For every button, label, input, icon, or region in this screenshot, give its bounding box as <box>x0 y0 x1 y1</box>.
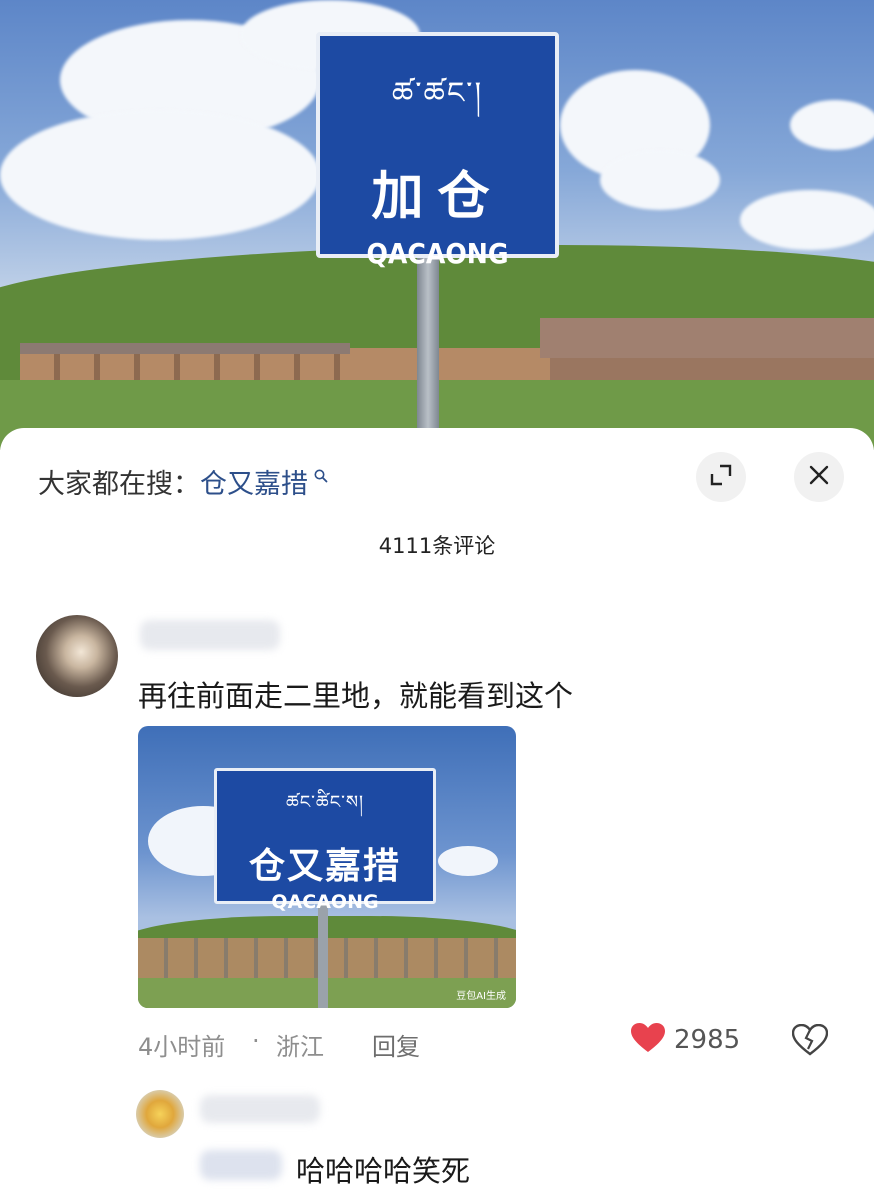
comment-location: 浙江 <box>276 1033 324 1061</box>
comment-count: 4111条评论 <box>378 534 496 558</box>
username-blurred[interactable] <box>140 620 280 650</box>
sign-pinyin-text: QACAONG <box>366 237 509 270</box>
close-button[interactable] <box>794 452 844 502</box>
cloud <box>790 100 874 150</box>
hot-search-keyword[interactable]: 仓又嘉措 <box>200 469 308 500</box>
sign-tibetan-text: ཚང་ཚིང་ས། <box>285 792 365 813</box>
hot-search-bar[interactable]: 大家都在搜：仓又嘉措 <box>38 462 328 501</box>
road-sign: ཚ་ཚང་། 加仓 QACAONG <box>316 32 559 270</box>
dislike-button[interactable] <box>791 1023 829 1060</box>
sign-chinese-text: 加仓 <box>371 167 504 227</box>
hot-search-label: 大家都在搜： <box>38 469 200 500</box>
like-count: 2985 <box>674 1025 741 1055</box>
expand-icon <box>708 462 734 492</box>
reply-text: 哈哈哈哈笑死 <box>296 1154 471 1188</box>
search-icon[interactable] <box>308 467 328 488</box>
avatar[interactable] <box>36 615 118 697</box>
post-photo: ཚ་ཚང་། 加仓 QACAONG <box>0 0 874 450</box>
sign-chinese-text: 仓又嘉措 <box>248 846 401 887</box>
cloud <box>0 110 320 240</box>
sign-pole <box>417 255 439 450</box>
sign-pole <box>318 904 328 1008</box>
close-icon <box>808 464 830 490</box>
expand-button[interactable] <box>696 452 746 502</box>
like-button[interactable]: 2985 <box>630 1022 740 1058</box>
reply-target-blurred[interactable] <box>200 1150 282 1180</box>
comment-time: 4小时前 <box>138 1033 226 1061</box>
sign-pinyin-text: QACAONG <box>271 891 379 913</box>
sign-tibetan-text: ཚ་ཚང་། <box>391 76 484 111</box>
comment-text: 再往前面走二里地，就能看到这个 <box>138 679 574 713</box>
username-blurred[interactable] <box>200 1095 320 1123</box>
cloud <box>438 846 498 876</box>
ai-watermark: 豆包AI生成 <box>456 991 506 1002</box>
broken-heart-icon <box>791 1023 829 1060</box>
meta-separator: · <box>252 1027 260 1055</box>
road-sign: ཚང་ཚིང་ས། 仓又嘉措 QACAONG <box>214 768 436 913</box>
reply-button[interactable]: 回复 <box>372 1027 420 1062</box>
cloud <box>740 190 874 250</box>
cloud <box>600 150 720 210</box>
heart-icon <box>630 1022 666 1058</box>
comment-image[interactable]: ཚང་ཚིང་ས། 仓又嘉措 QACAONG 豆包AI生成 <box>138 726 516 1008</box>
avatar[interactable] <box>136 1090 184 1138</box>
